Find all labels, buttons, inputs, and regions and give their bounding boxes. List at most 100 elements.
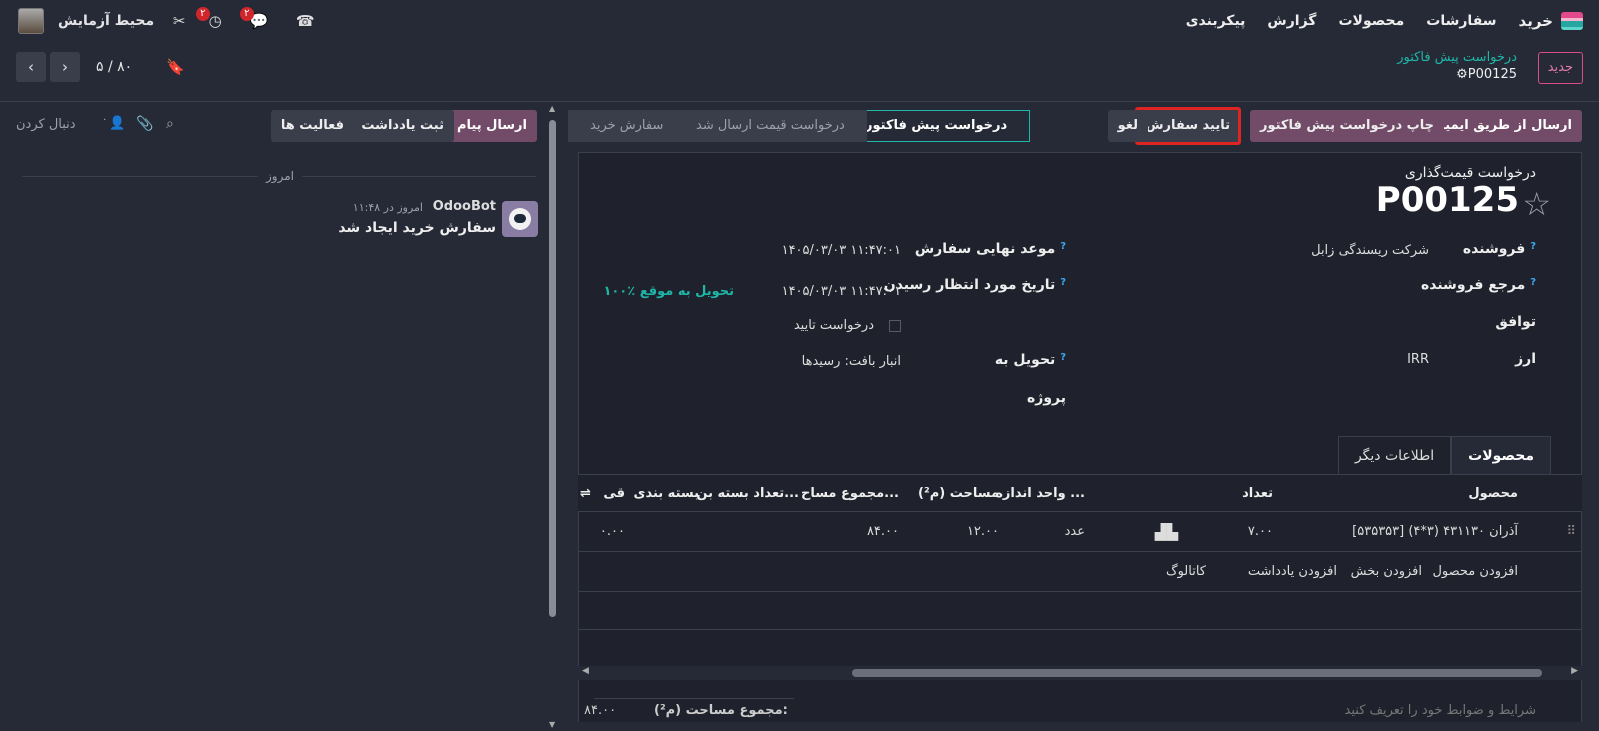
gear-icon[interactable]: ⚙ xyxy=(1456,67,1468,82)
column-total-area[interactable]: مجموع مساح... xyxy=(801,475,899,513)
deliver-to-label: تحویل به ? xyxy=(994,352,1066,368)
line-price[interactable]: ۰.۰۰ xyxy=(600,512,625,552)
chat-bubbles-icon[interactable]: 💬 ۲ xyxy=(240,7,270,30)
tools-icon[interactable]: ✂ xyxy=(168,12,190,30)
menu-orders[interactable]: سفارشات xyxy=(1426,13,1496,29)
horizontal-scrollbar[interactable]: ◀ ▶ xyxy=(578,666,1582,680)
horizontal-scroll-thumb[interactable] xyxy=(852,669,1542,677)
vertical-scroll-thumb[interactable] xyxy=(549,120,556,617)
pager-next-button[interactable]: › xyxy=(50,52,80,82)
currency-field[interactable]: IRR xyxy=(1407,352,1429,367)
followers-count: ۰ xyxy=(102,114,108,125)
total-area-value: ۸۴.۰۰ xyxy=(584,703,617,718)
terms-field[interactable]: شرایط و ضوابط خود را تعریف کنید xyxy=(1345,703,1536,718)
column-price[interactable]: قی xyxy=(603,475,625,513)
total-area-label: مجموع مساحت (م²): xyxy=(654,703,788,718)
confirm-order-button[interactable]: تایید سفارش xyxy=(1134,107,1241,145)
scroll-up-icon[interactable]: ▲ xyxy=(549,104,555,113)
menu-reporting[interactable]: گزارش xyxy=(1267,13,1316,29)
line-area[interactable]: ۱۲.۰۰ xyxy=(967,512,999,552)
tab-products[interactable]: محصولات xyxy=(1451,436,1551,474)
send-by-email-button[interactable]: ارسال از طریق ایمیل xyxy=(1423,110,1582,142)
message-body: سفارش خرید ایجاد شد xyxy=(338,220,496,236)
breadcrumb-parent[interactable]: درخواست پیش فاکتور xyxy=(1397,50,1517,65)
scroll-right-icon[interactable]: ▶ xyxy=(1571,666,1578,676)
add-section-link[interactable]: افزودن بخش xyxy=(1351,552,1422,592)
record-title: P00125 xyxy=(1375,180,1519,220)
add-line-row: افزودن محصول افزودن بخش افزودن یادداشت ک… xyxy=(578,552,1582,592)
pager-previous-button[interactable]: ‹ xyxy=(16,52,46,82)
paperclip-icon[interactable]: 📎 xyxy=(136,116,153,132)
order-lines-header: محصول تعداد واحد اندازه ... مساحت (م²) م… xyxy=(578,474,1582,512)
order-deadline-field[interactable]: ۱۴۰۵/۰۳/۰۳ ۱۱:۴۷:۰۱ xyxy=(782,243,901,258)
add-note-link[interactable]: افزودن یادداشت xyxy=(1248,552,1337,592)
print-rfq-button[interactable]: چاپ درخواست پیش فاکتور xyxy=(1249,110,1444,142)
line-quantity[interactable]: ۷.۰۰ xyxy=(1248,512,1273,552)
column-product[interactable]: محصول xyxy=(1468,475,1518,513)
status-rfq[interactable]: درخواست پیش فاکتور xyxy=(842,110,1031,142)
table-row[interactable]: ⠿ [۵۳۵۳۵۳] آذران ۴۳۱۱۳۰ (۳*۴) ۷.۰۰ ▟▙ عد… xyxy=(578,512,1582,552)
followers-icon[interactable]: 👤 xyxy=(109,116,125,131)
activity-clock-icon[interactable]: ◷ ۲ xyxy=(196,7,226,30)
column-packaging[interactable]: بسته بندی xyxy=(634,475,699,513)
send-message-button[interactable]: ارسال پیام xyxy=(446,110,537,142)
new-button[interactable]: جدید xyxy=(1537,52,1583,84)
record-name: P00125 xyxy=(1467,67,1517,82)
ack-checkbox[interactable] xyxy=(889,320,901,332)
add-product-link[interactable]: افزودن محصول xyxy=(1432,552,1518,592)
bookmark-icon[interactable]: 🔖 xyxy=(166,58,185,76)
menu-products[interactable]: محصولات xyxy=(1338,13,1404,29)
phone-icon[interactable]: ☎ xyxy=(294,12,316,30)
breadcrumb-current: ⚙P00125 xyxy=(1450,67,1517,82)
robot-visor-icon xyxy=(514,214,526,223)
column-quantity[interactable]: تعداد xyxy=(1242,475,1273,513)
main-menu: خرید سفارشات محصولات گزارش پیکربندی xyxy=(1186,0,1553,42)
deliver-to-field[interactable]: انبار بافت: رسیدها xyxy=(802,354,901,369)
column-package-qty[interactable]: تعداد بسته بن... xyxy=(696,475,799,513)
messages-badge: ۲ xyxy=(240,7,254,21)
catalog-link[interactable]: کاتالوگ xyxy=(1166,552,1206,592)
line-product[interactable]: [۵۳۵۳۵۳] آذران ۴۳۱۱۳۰ (۳*۴) xyxy=(1352,512,1518,552)
line-uom[interactable]: عدد xyxy=(1065,512,1085,552)
follow-button[interactable]: دنبال کردن xyxy=(16,117,76,132)
pager: ‹ › ۵ / ۸۰ 🔖 xyxy=(16,52,185,82)
expected-arrival-label: تاریخ مورد انتظار رسیدن ? xyxy=(883,277,1066,293)
status-purchase-order[interactable]: سفارش خرید xyxy=(568,110,686,142)
notebook-tabs: محصولات اطلاعات دیگر xyxy=(1337,436,1551,474)
menu-app-name[interactable]: خرید xyxy=(1519,12,1553,30)
column-area[interactable]: مساحت (م²) xyxy=(918,475,999,513)
cancel-button[interactable]: لغو xyxy=(1107,110,1148,142)
control-panel xyxy=(0,42,1599,102)
totals-divider xyxy=(594,698,794,699)
message-author[interactable]: OdooBot xyxy=(433,199,496,214)
scroll-left-icon[interactable]: ◀ xyxy=(582,666,589,676)
optional-columns-icon[interactable]: ⇌ xyxy=(580,475,591,513)
pager-value[interactable]: ۵ / ۸۰ xyxy=(96,59,132,75)
log-note-button[interactable]: ثبت یادداشت xyxy=(351,110,454,142)
favorite-star-icon[interactable]: ☆ xyxy=(1522,185,1551,223)
empty-row xyxy=(578,630,1582,668)
drag-handle-icon[interactable]: ⠿ xyxy=(1566,512,1576,552)
forecast-chart-icon[interactable]: ▟▙ xyxy=(1155,512,1178,552)
search-icon[interactable]: ⌕ xyxy=(166,116,174,132)
line-total-area[interactable]: ۸۴.۰۰ xyxy=(867,512,899,552)
on-time-rate[interactable]: ۱۰۰٪ تحویل به موقع xyxy=(603,284,734,299)
purchase-app-icon[interactable] xyxy=(1561,12,1583,30)
order-deadline-label: موعد نهایی سفارش ? xyxy=(914,241,1066,257)
vertical-scrollbar[interactable]: ▲ ▼ xyxy=(546,104,560,731)
expected-arrival-field[interactable]: ۱۴۰۵/۰۳/۰۳ ۱۱:۴۷:۰۱ xyxy=(782,284,901,299)
user-avatar[interactable] xyxy=(18,8,44,34)
top-navbar: خرید سفارشات محصولات گزارش پیکربندی محیط… xyxy=(0,0,1599,42)
odoobot-avatar[interactable] xyxy=(502,201,538,237)
ack-label: درخواست تایید xyxy=(793,318,874,333)
form-action-bar: ارسال از طریق ایمیل چاپ درخواست پیش فاکت… xyxy=(568,107,1582,145)
vendor-field[interactable]: شرکت ریسندگی زابل xyxy=(1311,243,1429,258)
activities-button[interactable]: فعالیت ها xyxy=(270,110,354,142)
status-rfq-sent[interactable]: درخواست قیمت ارسال شد xyxy=(674,110,867,142)
scroll-down-icon[interactable]: ▼ xyxy=(549,720,555,729)
column-uom[interactable]: واحد اندازه ... xyxy=(995,475,1085,513)
tab-other-info[interactable]: اطلاعات دیگر xyxy=(1337,436,1452,474)
currency-label: ارز xyxy=(1515,351,1536,367)
company-name[interactable]: محیط آزمایش xyxy=(58,13,154,29)
menu-configuration[interactable]: پیکربندی xyxy=(1186,13,1246,29)
